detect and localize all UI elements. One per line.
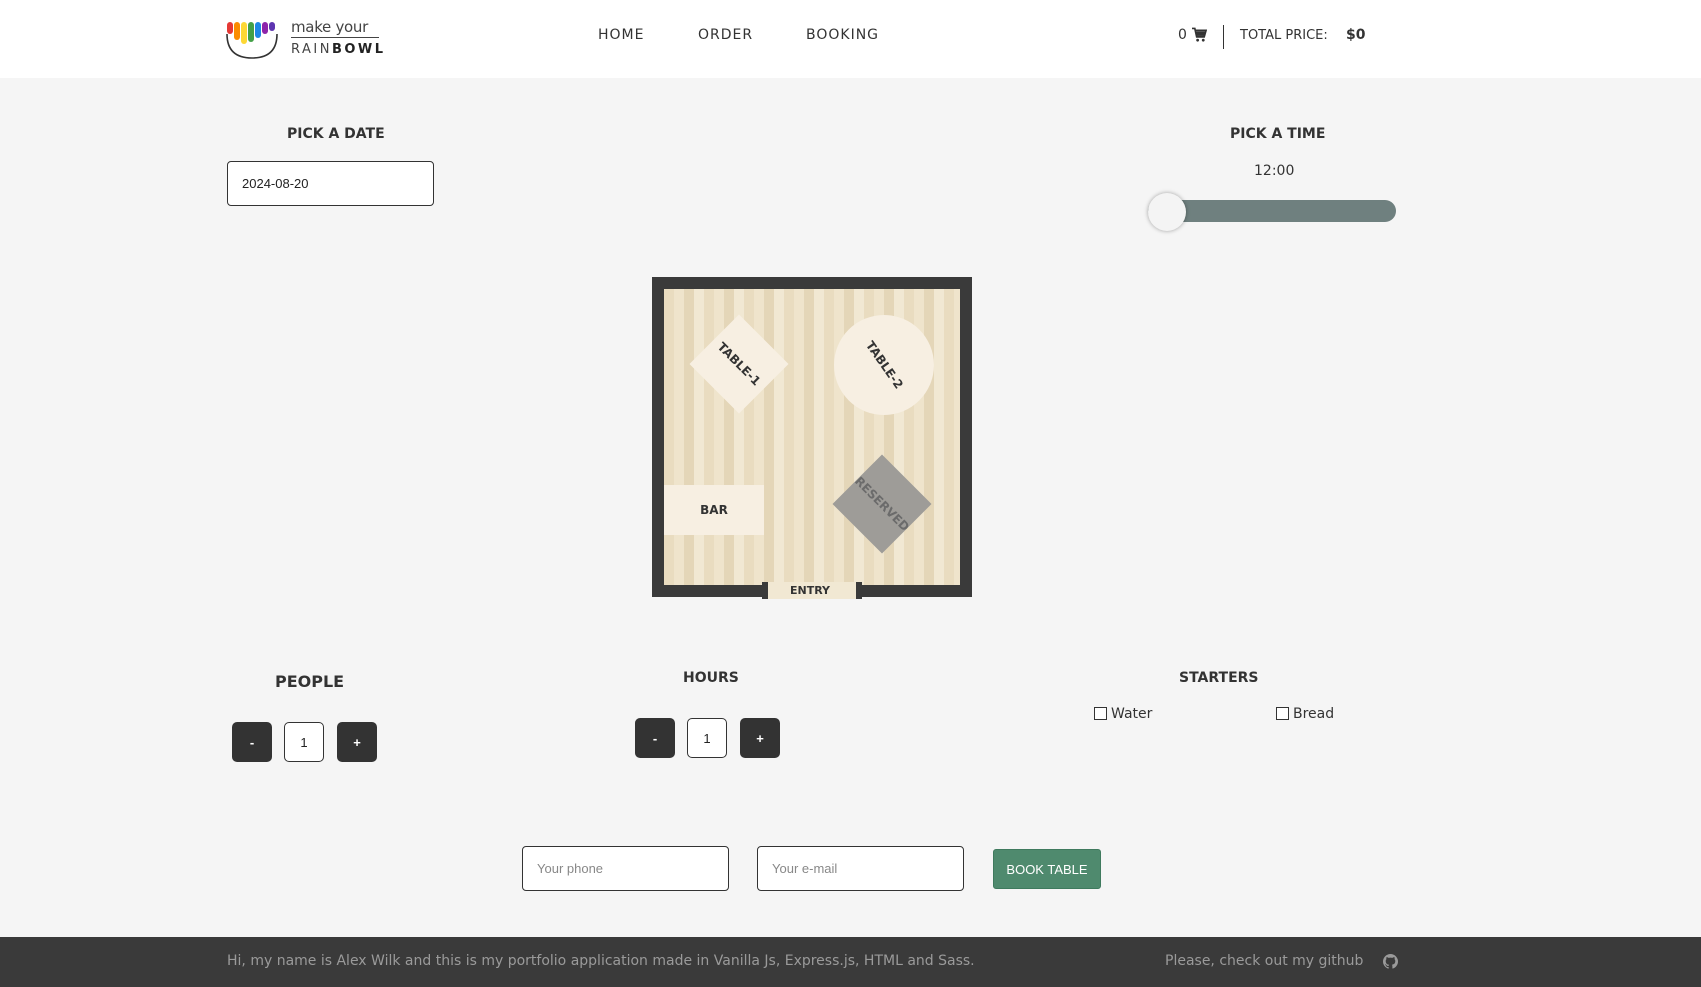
total-price-label: TOTAL PRICE: bbox=[1240, 28, 1328, 43]
header: make your RAINBOWL HOME ORDER BOOKING 0 … bbox=[0, 0, 1701, 78]
logo-divider bbox=[291, 37, 379, 38]
people-minus-button[interactable]: - bbox=[232, 722, 272, 762]
table-2[interactable]: TABLE-2 bbox=[834, 315, 934, 415]
nav-home[interactable]: HOME bbox=[598, 27, 644, 43]
phone-input[interactable]: Your phone bbox=[522, 846, 729, 891]
footer-github-text[interactable]: Please, check out my github bbox=[1165, 953, 1363, 969]
time-label: PICK A TIME bbox=[1230, 126, 1326, 142]
nav-booking[interactable]: BOOKING bbox=[806, 27, 879, 43]
date-input[interactable] bbox=[227, 161, 434, 206]
water-checkbox[interactable] bbox=[1094, 707, 1107, 720]
time-slider-thumb[interactable] bbox=[1148, 193, 1186, 231]
total-price-value: $0 bbox=[1346, 27, 1366, 43]
table-2-label: TABLE-2 bbox=[862, 338, 906, 392]
entry-label: ENTRY bbox=[789, 584, 831, 597]
table-1[interactable]: TABLE-1 bbox=[689, 314, 789, 414]
footer-about-text: Hi, my name is Alex Wilk and this is my … bbox=[227, 953, 975, 969]
entry-post-left bbox=[762, 582, 768, 599]
hours-value[interactable]: 1 bbox=[687, 718, 727, 758]
people-value[interactable]: 1 bbox=[284, 722, 324, 762]
date-label: PICK A DATE bbox=[287, 126, 385, 142]
logo[interactable]: make your RAINBOWL bbox=[225, 18, 385, 60]
table-reserved: RESERVED bbox=[832, 454, 932, 554]
bread-label[interactable]: Bread bbox=[1293, 706, 1334, 722]
logo-text-top: make your bbox=[291, 18, 368, 36]
bread-checkbox[interactable] bbox=[1276, 707, 1289, 720]
logo-rain: RAIN bbox=[291, 42, 332, 57]
logo-bowl: BOWL bbox=[331, 42, 386, 57]
starters-label: STARTERS bbox=[1179, 670, 1259, 686]
table-reserved-label: RESERVED bbox=[851, 473, 913, 535]
water-label[interactable]: Water bbox=[1111, 706, 1152, 722]
email-input[interactable]: Your e-mail bbox=[757, 846, 964, 891]
logo-text-bottom: RAINBOWL bbox=[291, 42, 386, 57]
people-plus-button[interactable]: + bbox=[337, 722, 377, 762]
nav-order[interactable]: ORDER bbox=[698, 27, 753, 43]
rainbow-bowl-icon bbox=[226, 22, 278, 59]
entry-post-right bbox=[856, 582, 862, 599]
book-table-button[interactable]: BOOK TABLE bbox=[993, 849, 1101, 889]
bar-label: BAR bbox=[700, 503, 728, 517]
hours-plus-button[interactable]: + bbox=[740, 718, 780, 758]
people-label: PEOPLE bbox=[275, 672, 345, 691]
cart-divider bbox=[1223, 25, 1224, 49]
time-value: 12:00 bbox=[1254, 163, 1295, 179]
cart-count[interactable]: 0 bbox=[1178, 27, 1187, 43]
floor-plan: TABLE-1 TABLE-2 RESERVED BAR ENTRY bbox=[652, 277, 972, 599]
cart-icon[interactable] bbox=[1192, 27, 1207, 43]
hours-label: HOURS bbox=[683, 670, 739, 686]
floor-area: TABLE-1 TABLE-2 RESERVED BAR bbox=[664, 289, 960, 585]
bar: BAR bbox=[664, 485, 764, 535]
github-icon[interactable] bbox=[1383, 954, 1398, 969]
footer: Hi, my name is Alex Wilk and this is my … bbox=[0, 937, 1701, 987]
table-1-label: TABLE-1 bbox=[714, 339, 764, 389]
hours-minus-button[interactable]: - bbox=[635, 718, 675, 758]
